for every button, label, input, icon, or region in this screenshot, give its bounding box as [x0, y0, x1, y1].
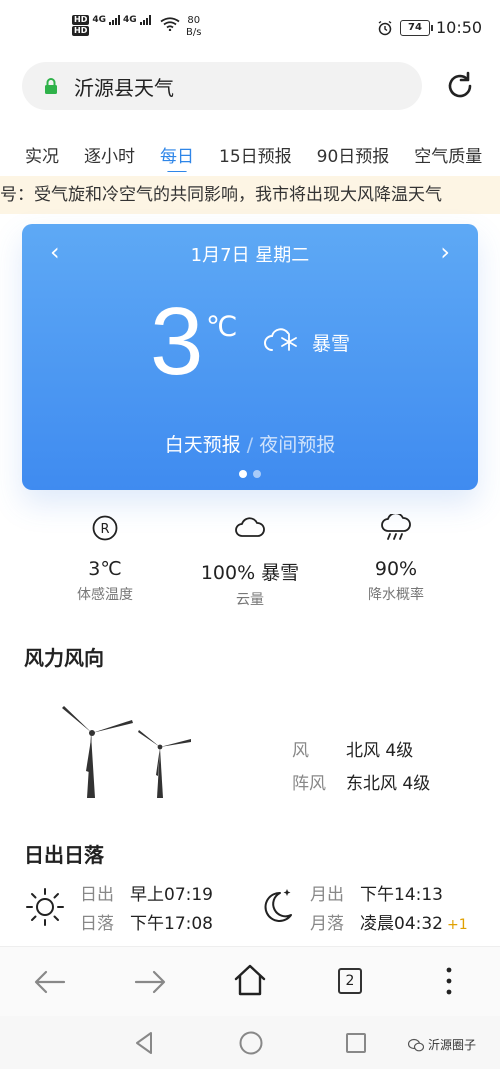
system-recents-icon[interactable] [344, 1030, 368, 1056]
moonset-value: 凌晨04:32 [360, 914, 443, 934]
precipitation-stat: 90% 降水概率 [326, 514, 466, 604]
moonset-label: 月落 [310, 914, 344, 934]
network-type: 4G [123, 15, 137, 25]
sunrise-label: 日出 [80, 885, 114, 905]
sunset-row: 日落 下午17:08 [80, 909, 213, 934]
address-bar[interactable]: 沂源县天气 [22, 62, 422, 110]
moonset-row: 月落 凌晨04:32 +1 [310, 909, 468, 934]
cloud-cover-value: 100% 暴雪 [200, 562, 300, 584]
cloud-icon [235, 517, 265, 537]
tab-daily[interactable]: 每日 [160, 130, 194, 172]
watermark-text: 沂源圈子 [428, 1038, 477, 1052]
battery-indicator: 74 [400, 20, 433, 36]
chat-bubble-icon [408, 1038, 424, 1051]
speed-unit: B/s [186, 27, 202, 38]
temperature-value: 3 [150, 288, 204, 395]
sun-icon [26, 888, 64, 926]
more-menu-icon[interactable] [444, 966, 454, 996]
tab-switcher-button[interactable]: 2 [338, 968, 362, 994]
tab-90day[interactable]: 90日预报 [317, 130, 390, 172]
gust-label: 阵风 [292, 774, 326, 794]
moonrise-label: 月出 [310, 885, 344, 905]
feels-like-stat: R 3℃ 体感温度 [35, 514, 175, 604]
back-arrow-icon[interactable] [32, 964, 68, 1000]
speed-value: 80 [187, 15, 201, 26]
wind-label: 风 [292, 741, 309, 761]
gust-value: 东北风 4级 [346, 774, 431, 794]
weather-alert-banner[interactable]: 号：受气旋和冷空气的共同影响，我市将出现大风降温天气 [0, 176, 500, 214]
page-indicator [22, 470, 478, 478]
day-forecast-tab[interactable]: 白天预报 [165, 434, 241, 456]
system-home-icon[interactable] [238, 1030, 264, 1056]
cloud-cover-stat: 100% 暴雪 云量 [180, 514, 320, 609]
wind-row: 风 北风 4级 [292, 736, 413, 761]
feels-like-label: 体感温度 [77, 587, 133, 603]
wind-turbine-icon [62, 706, 191, 798]
precipitation-value: 90% [374, 558, 418, 580]
network-speed: 80 B/s [186, 15, 201, 39]
svg-text:R: R [100, 522, 109, 537]
sunset-label: 日落 [80, 914, 114, 934]
night-forecast-tab[interactable]: 夜间预报 [259, 434, 335, 456]
rain-icon [381, 514, 411, 540]
status-bar: HD 4G 4G HD 80 B/s 74 10:50 [0, 0, 500, 52]
moon-icon [264, 889, 292, 922]
forward-arrow-icon[interactable] [132, 964, 168, 1000]
forecast-card: ‹ 1月7日 星期二 › 3 ℃ 暴雪 白天预报 / 夜间预报 [22, 224, 478, 490]
sunrise-value: 早上07:19 [130, 885, 213, 905]
signal-icon [139, 15, 151, 25]
snow-cloud-icon [264, 328, 297, 351]
gust-row: 阵风 东北风 4级 [292, 769, 430, 794]
page-dot [253, 470, 261, 478]
wind-value: 北风 4级 [346, 741, 414, 761]
alarm-icon [378, 20, 392, 36]
feels-like-icon: R [92, 515, 118, 541]
tab-air-quality[interactable]: 空气质量 [414, 130, 482, 172]
tab-15day[interactable]: 15日预报 [219, 130, 292, 172]
network-type: 4G [92, 15, 106, 25]
day-night-toggle: 白天预报 / 夜间预报 [22, 430, 478, 457]
system-back-icon[interactable] [132, 1030, 156, 1056]
tab-live[interactable]: 实况 [25, 130, 59, 172]
sunrise-row: 日出 早上07:19 [80, 880, 213, 905]
signal-icon [109, 15, 120, 25]
wind-section-title: 风力风向 [24, 646, 104, 670]
wifi-icon [160, 17, 180, 31]
sun-section-title: 日出日落 [24, 843, 104, 867]
network-indicators: HD 4G 4G HD [72, 14, 151, 36]
forecast-tabs: 实况 逐小时 每日 15日预报 90日预报 空气质量 生 [0, 130, 500, 172]
page-title: 沂源县天气 [74, 75, 174, 100]
precipitation-label: 降水概率 [368, 587, 424, 603]
hd-badge: HD [72, 15, 90, 25]
next-day-button[interactable]: › [440, 240, 450, 264]
weather-description: 暴雪 [312, 333, 351, 355]
refresh-icon[interactable] [442, 68, 478, 104]
mode-separator: / [246, 434, 254, 456]
watermark: 沂源圈子 [408, 1036, 476, 1053]
lock-icon [45, 78, 57, 94]
next-day-marker: +1 [447, 917, 468, 933]
tab-hourly[interactable]: 逐小时 [84, 130, 135, 172]
moonrise-value: 下午14:13 [360, 885, 443, 905]
hd-badge: HD [72, 26, 90, 36]
page-dot [239, 470, 247, 478]
status-time: 10:50 [436, 18, 483, 37]
home-icon[interactable] [232, 962, 268, 998]
feels-like-value: 3℃ [88, 558, 122, 580]
temperature-unit: ℃ [206, 310, 238, 343]
weather-page: HD 4G 4G HD 80 B/s 74 10:50 沂源县天气 实况 逐小时 每日… [0, 0, 500, 1069]
sunset-value: 下午17:08 [130, 914, 213, 934]
moonrise-row: 月出 下午14:13 [310, 880, 443, 905]
forecast-date: 1月7日 星期二 [190, 245, 310, 266]
cloud-cover-label: 云量 [236, 592, 264, 608]
